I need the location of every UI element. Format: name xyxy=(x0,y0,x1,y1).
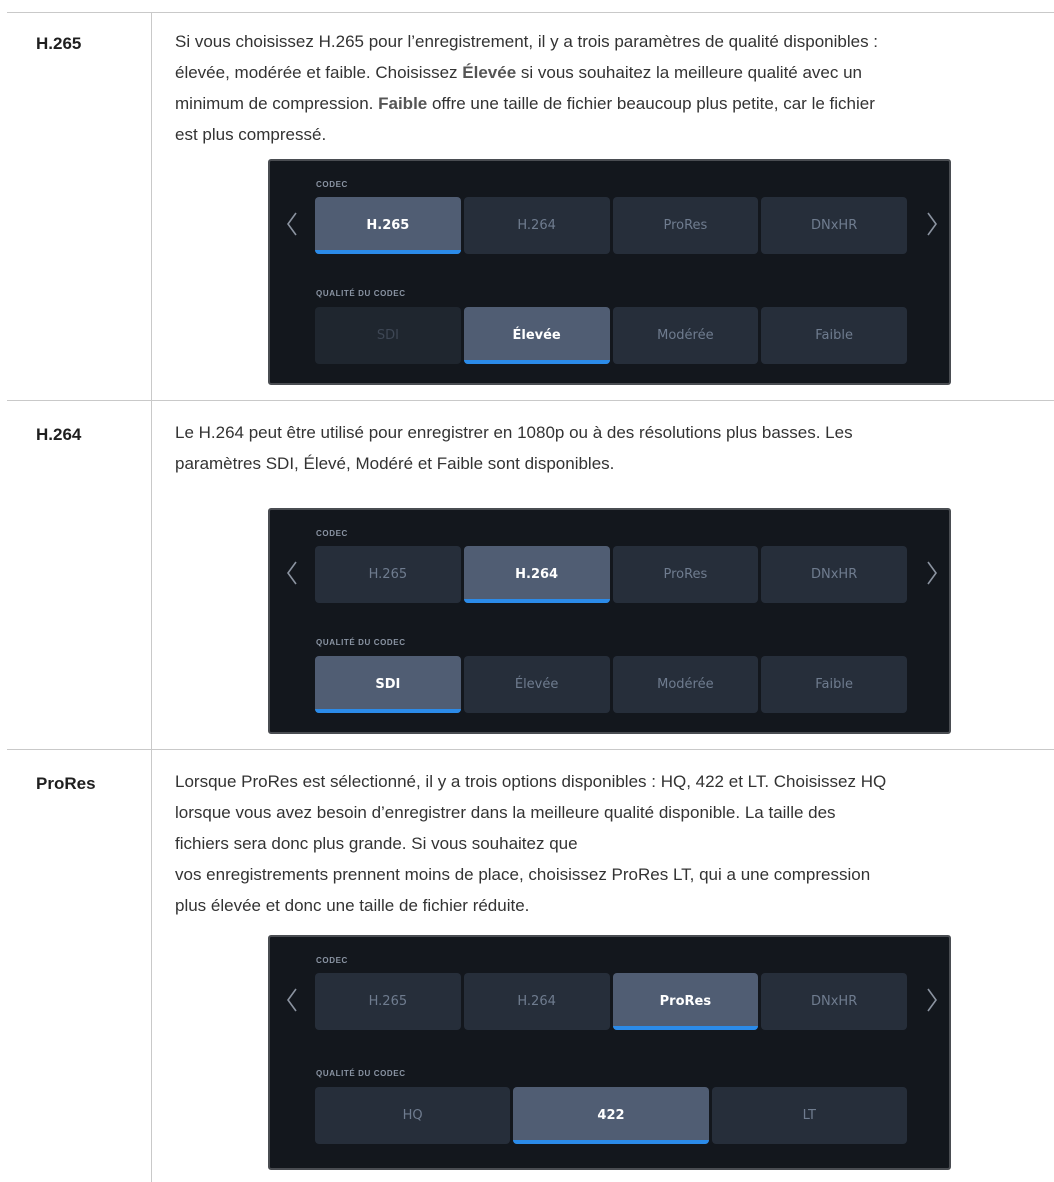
description-text: élevée, modérée et faible. Choisissez xyxy=(175,63,463,82)
chevron-left-icon[interactable] xyxy=(286,987,298,1013)
quality-option-button[interactable]: SDI xyxy=(315,307,461,364)
description-line: paramètres SDI, Élevé, Modéré et Faible … xyxy=(175,448,1040,479)
quality-section-label: QUALITÉ DU CODEC xyxy=(316,289,406,298)
quality-section-label: QUALITÉ DU CODEC xyxy=(316,638,406,647)
chevron-right-icon[interactable] xyxy=(926,987,938,1013)
codec-option-button[interactable]: ProRes xyxy=(612,197,759,254)
codec-option-button[interactable]: H.265 xyxy=(315,197,461,254)
description-text: Si vous choisissez H.265 pour l’enregist… xyxy=(175,32,879,51)
description-text: offre une taille de fichier beaucoup plu… xyxy=(427,94,875,113)
codec-option-button[interactable]: H.264 xyxy=(463,973,610,1030)
chevron-left-icon[interactable] xyxy=(286,211,298,237)
description-text: vos enregistrements prennent moins de pl… xyxy=(175,865,871,884)
codec-option-button[interactable]: H.264 xyxy=(463,197,610,254)
camera-codec-panel: CODEC H.265 H.264 ProRes DNxHR QUALITÉ DU COD… xyxy=(268,508,951,734)
chevron-right-icon[interactable] xyxy=(926,560,938,586)
codec-option-button[interactable]: H.264 xyxy=(463,546,610,603)
codec-section-label: CODEC xyxy=(316,529,348,538)
description-line: Lorsque ProRes est sélectionné, il y a t… xyxy=(175,766,1040,797)
row-divider xyxy=(7,12,1054,13)
quality-option-button[interactable]: Faible xyxy=(761,656,907,713)
row-term: ProRes xyxy=(36,774,96,793)
description-text: minimum de compression. xyxy=(175,94,379,113)
codec-option-button[interactable]: DNxHR xyxy=(761,546,907,603)
description-text: Le H.264 peut être utilisé pour enregist… xyxy=(175,423,853,442)
codec-button-row: H.265 H.264 ProRes DNxHR xyxy=(315,973,907,1030)
quality-option-button[interactable]: 422 xyxy=(513,1087,709,1144)
chevron-left-icon[interactable] xyxy=(286,560,298,586)
codec-option-button[interactable]: ProRes xyxy=(612,973,759,1030)
camera-codec-panel: CODEC H.265 H.264 ProRes DNxHR QUALITÉ DU COD… xyxy=(268,159,951,385)
quality-button-row: HQ 422 LT xyxy=(315,1087,907,1144)
codec-option-button[interactable]: ProRes xyxy=(612,546,759,603)
row-divider xyxy=(7,400,1054,401)
codec-option-button[interactable]: H.265 xyxy=(315,973,461,1030)
description-line: Si vous choisissez H.265 pour l’enregist… xyxy=(175,26,1040,57)
quality-button-row: SDI Élevée Modérée Faible xyxy=(315,656,907,713)
quality-section-label: QUALITÉ DU CODEC xyxy=(316,1069,406,1078)
description-text: si vous souhaitez la meilleure qualité a… xyxy=(516,63,863,82)
description-text: fichiers sera donc plus grande. Si vous … xyxy=(175,834,578,853)
chevron-right-icon[interactable] xyxy=(926,211,938,237)
description-line: plus élevée et donc une taille de fichie… xyxy=(175,890,1040,921)
quality-option-button[interactable]: SDI xyxy=(315,656,461,713)
row-term: H.264 xyxy=(36,425,82,444)
description-line: lorsque vous avez besoin d’enregistrer d… xyxy=(175,797,1040,828)
quality-option-button[interactable]: Modérée xyxy=(612,307,759,364)
codec-option-button[interactable]: H.265 xyxy=(315,546,461,603)
codec-section-label: CODEC xyxy=(316,180,348,189)
description-line: Le H.264 peut être utilisé pour enregist… xyxy=(175,417,1040,448)
description-text: Lorsque ProRes est sélectionné, il y a t… xyxy=(175,772,887,791)
description-line: élevée, modérée et faible. Choisissez Él… xyxy=(175,57,1040,88)
description-line: est plus compressé. xyxy=(175,119,1040,150)
codec-option-button[interactable]: DNxHR xyxy=(761,973,907,1030)
column-divider xyxy=(151,12,152,1182)
quality-option-button[interactable]: Élevée xyxy=(463,307,610,364)
quality-option-button[interactable]: Élevée xyxy=(463,656,610,713)
description-emphasis: Faible xyxy=(378,94,428,113)
row-divider xyxy=(7,749,1054,750)
description-line: minimum de compression. Faible offre une… xyxy=(175,88,1040,119)
quality-option-button[interactable]: LT xyxy=(711,1087,907,1144)
description-emphasis: Élevée xyxy=(462,63,517,82)
row-term: H.265 xyxy=(36,34,82,53)
quality-option-button[interactable]: HQ xyxy=(315,1087,511,1144)
codec-option-button[interactable]: DNxHR xyxy=(761,197,907,254)
description-line: fichiers sera donc plus grande. Si vous … xyxy=(175,828,1040,859)
camera-codec-panel: CODEC H.265 H.264 ProRes DNxHR QUALITÉ DU COD… xyxy=(268,935,951,1170)
codec-section-label: CODEC xyxy=(316,956,348,965)
description-line: vos enregistrements prennent moins de pl… xyxy=(175,859,1040,890)
codec-button-row: H.265 H.264 ProRes DNxHR xyxy=(315,197,907,254)
description-text: paramètres SDI, Élevé, Modéré et Faible … xyxy=(175,454,615,473)
quality-option-button[interactable]: Faible xyxy=(761,307,907,364)
codec-button-row: H.265 H.264 ProRes DNxHR xyxy=(315,546,907,603)
row-description: Si vous choisissez H.265 pour l’enregist… xyxy=(175,26,1040,150)
description-text: est plus compressé. xyxy=(175,125,327,144)
description-text: plus élevée et donc une taille de fichie… xyxy=(175,896,530,915)
quality-option-button[interactable]: Modérée xyxy=(612,656,759,713)
row-description: Lorsque ProRes est sélectionné, il y a t… xyxy=(175,766,1040,921)
description-text: lorsque vous avez besoin d’enregistrer d… xyxy=(175,803,836,822)
quality-button-row: SDI Élevée Modérée Faible xyxy=(315,307,907,364)
row-description: Le H.264 peut être utilisé pour enregist… xyxy=(175,417,1040,479)
